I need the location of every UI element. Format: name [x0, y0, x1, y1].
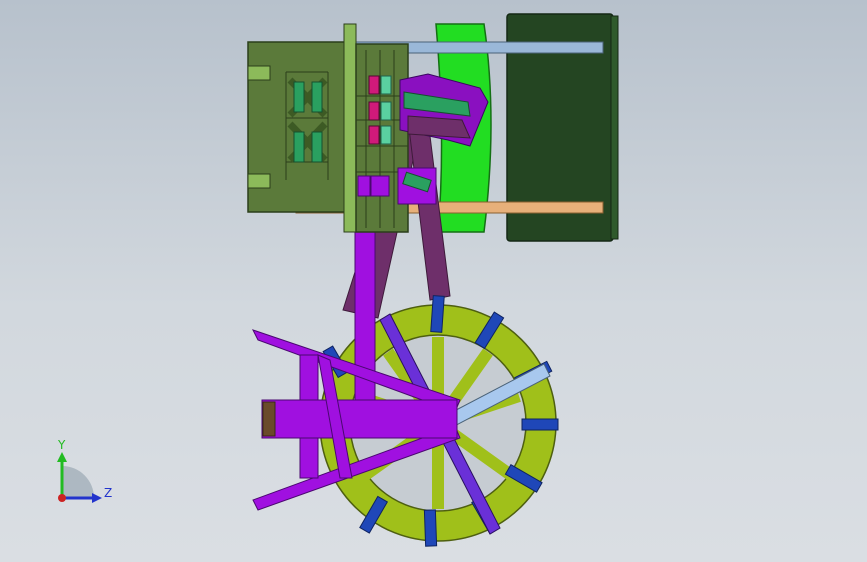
3d-viewport[interactable]: Y Z	[0, 0, 867, 562]
triad-origin-icon	[58, 494, 66, 502]
main-frame[interactable]	[247, 41, 349, 213]
vertical-post[interactable]	[343, 23, 357, 233]
z-axis-label: Z	[104, 486, 112, 500]
cad-model-view[interactable]	[0, 0, 867, 562]
orientation-triad: Y Z	[57, 438, 112, 503]
triad-xy-quadrant	[62, 466, 94, 498]
z-axis-arrow-icon	[92, 493, 102, 503]
y-axis-arrow-icon	[57, 452, 67, 462]
y-axis-label: Y	[57, 438, 66, 452]
purple-vertical-rod[interactable]	[354, 224, 376, 426]
brown-end-block	[262, 401, 276, 437]
purple-slider-block[interactable]	[397, 167, 437, 205]
